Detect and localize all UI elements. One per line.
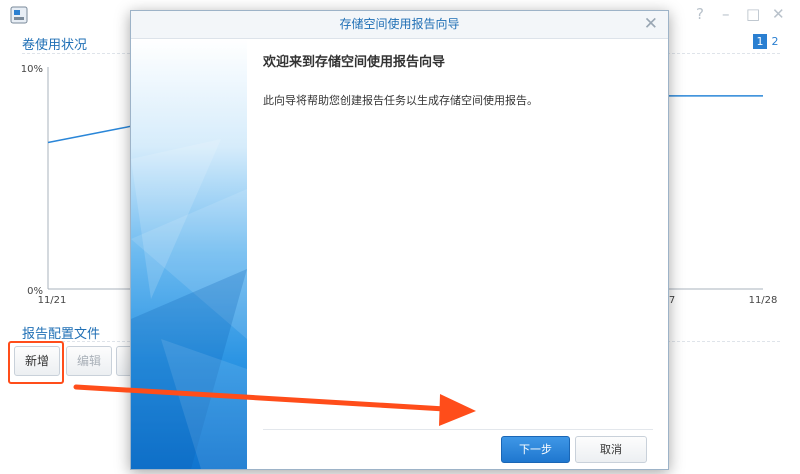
annotation-arrow	[73, 384, 476, 426]
